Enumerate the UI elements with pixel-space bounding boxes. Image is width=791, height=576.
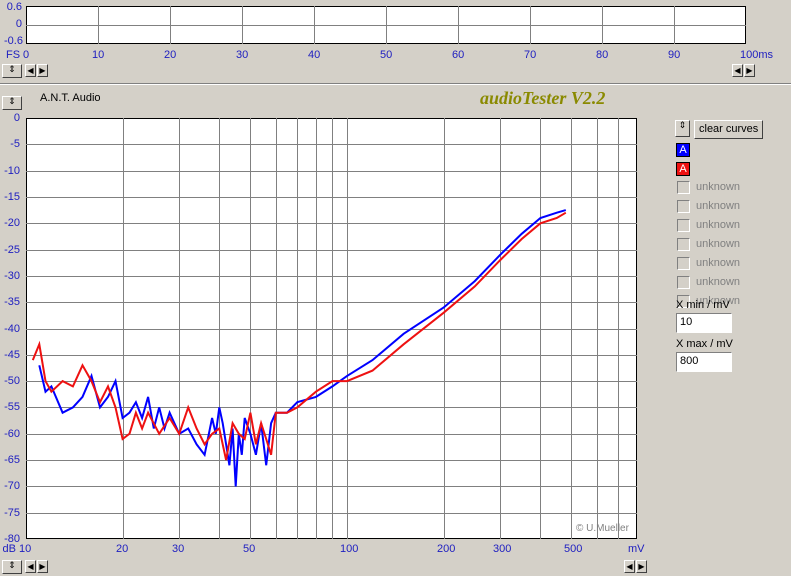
xmin-input[interactable]: 10 xyxy=(676,313,732,333)
top-x-tick: 80 xyxy=(596,49,609,61)
top-x-tick: 40 xyxy=(308,49,321,61)
main-chart xyxy=(26,118,637,539)
xmin-label: X min / mV xyxy=(676,299,730,311)
curve-slot-label: unknown xyxy=(696,238,741,250)
main-x-tick: 10 xyxy=(19,543,32,555)
top-x-tick: 60 xyxy=(452,49,465,61)
top-x-tick: 10 xyxy=(92,49,105,61)
main-x-tick: 50 xyxy=(243,543,256,555)
main-y-tick: -45 xyxy=(4,349,20,361)
curve-slot-label: unknown xyxy=(696,219,741,231)
curve-slot-checkbox[interactable] xyxy=(677,276,690,289)
top-zoom-spinner[interactable]: ⇕ xyxy=(2,64,22,78)
main-x-tick: 500 xyxy=(564,543,583,555)
top-x-tick: 90 xyxy=(668,49,681,61)
bottom-scroll-left-button[interactable]: ◀ xyxy=(25,560,36,573)
top-y-tick-zero: 0 xyxy=(15,18,22,30)
xmax-input[interactable]: 800 xyxy=(676,352,732,372)
top-right-scroll-left-button[interactable]: ◀ xyxy=(732,64,743,77)
top-x-tick: 0 xyxy=(23,49,30,61)
main-y-tick: -35 xyxy=(4,296,20,308)
main-x-tick: 300 xyxy=(493,543,512,555)
curve-slot-checkbox[interactable] xyxy=(677,257,690,270)
top-x-unit: FS xyxy=(6,49,21,61)
app-title: audioTester V2.2 xyxy=(480,88,606,108)
copyright-label: © U.Mueller xyxy=(576,523,629,534)
bottom-scroll-right-button[interactable]: ▶ xyxy=(37,560,48,573)
main-y-tick: -40 xyxy=(4,323,20,335)
main-y-tick: -65 xyxy=(4,454,20,466)
main-y-tick: -30 xyxy=(4,270,20,282)
top-right-scroll-right-button[interactable]: ▶ xyxy=(744,64,755,77)
curve-slot-checkbox[interactable] xyxy=(677,219,690,232)
top-scroll-right-button[interactable]: ▶ xyxy=(37,64,48,77)
main-y-tick: -20 xyxy=(4,217,20,229)
main-x-tick: 200 xyxy=(437,543,456,555)
xmax-label: X max / mV xyxy=(676,338,733,350)
panel-separator xyxy=(0,83,791,85)
main-y-tick: -5 xyxy=(10,138,20,150)
curve-slot-label: unknown xyxy=(696,257,741,269)
curve-slot-checkbox[interactable] xyxy=(677,200,690,213)
bottom-zoom-spinner[interactable]: ⇕ xyxy=(2,560,22,574)
curve-slot-checkbox[interactable] xyxy=(677,238,690,251)
main-y-tick: -15 xyxy=(4,191,20,203)
time-domain-grid xyxy=(26,6,746,44)
main-zoom-spinner[interactable]: ⇕ xyxy=(2,96,22,110)
clear-curves-button[interactable]: clear curves xyxy=(694,120,764,139)
curve-red-line xyxy=(31,211,567,461)
curve-slot-label: unknown xyxy=(696,276,741,288)
main-y-tick: -10 xyxy=(4,165,20,177)
main-y-tick: -55 xyxy=(4,401,20,413)
vendor-label: A.N.T. Audio xyxy=(40,92,101,104)
curves-spinner[interactable]: ⇕ xyxy=(675,120,690,137)
top-y-tick-max: 0.6 xyxy=(6,1,22,13)
curve-slot-label: unknown xyxy=(696,181,741,193)
main-y-tick: -25 xyxy=(4,244,20,256)
curve-blue-button[interactable]: A xyxy=(676,143,690,157)
bottom-right-scroll-left-button[interactable]: ◀ xyxy=(624,560,635,573)
top-x-tick: 70 xyxy=(524,49,537,61)
top-x-tick: 30 xyxy=(236,49,249,61)
main-y-tick: -75 xyxy=(4,507,20,519)
main-y-tick: -50 xyxy=(4,375,20,387)
curve-slot-label: unknown xyxy=(696,200,741,212)
main-y-unit: dB xyxy=(2,543,16,555)
top-y-tick-min: -0.6 xyxy=(4,35,23,47)
curve-slot-checkbox[interactable] xyxy=(677,181,690,194)
main-x-tick: 30 xyxy=(172,543,185,555)
top-scroll-left-button[interactable]: ◀ xyxy=(25,64,36,77)
top-x-tick: 20 xyxy=(164,49,177,61)
top-x-tick: 100ms xyxy=(740,49,774,61)
top-x-tick: 50 xyxy=(380,49,393,61)
curve-red-button[interactable]: A xyxy=(676,162,690,176)
bottom-right-scroll-right-button[interactable]: ▶ xyxy=(636,560,647,573)
main-x-tick: 100 xyxy=(340,543,359,555)
main-y-tick: 0 xyxy=(13,112,20,124)
main-x-tick: 20 xyxy=(116,543,129,555)
main-y-tick: -70 xyxy=(4,480,20,492)
main-y-tick: -60 xyxy=(4,428,20,440)
main-x-unit: mV xyxy=(628,543,645,555)
curve-blue-line xyxy=(38,209,567,487)
